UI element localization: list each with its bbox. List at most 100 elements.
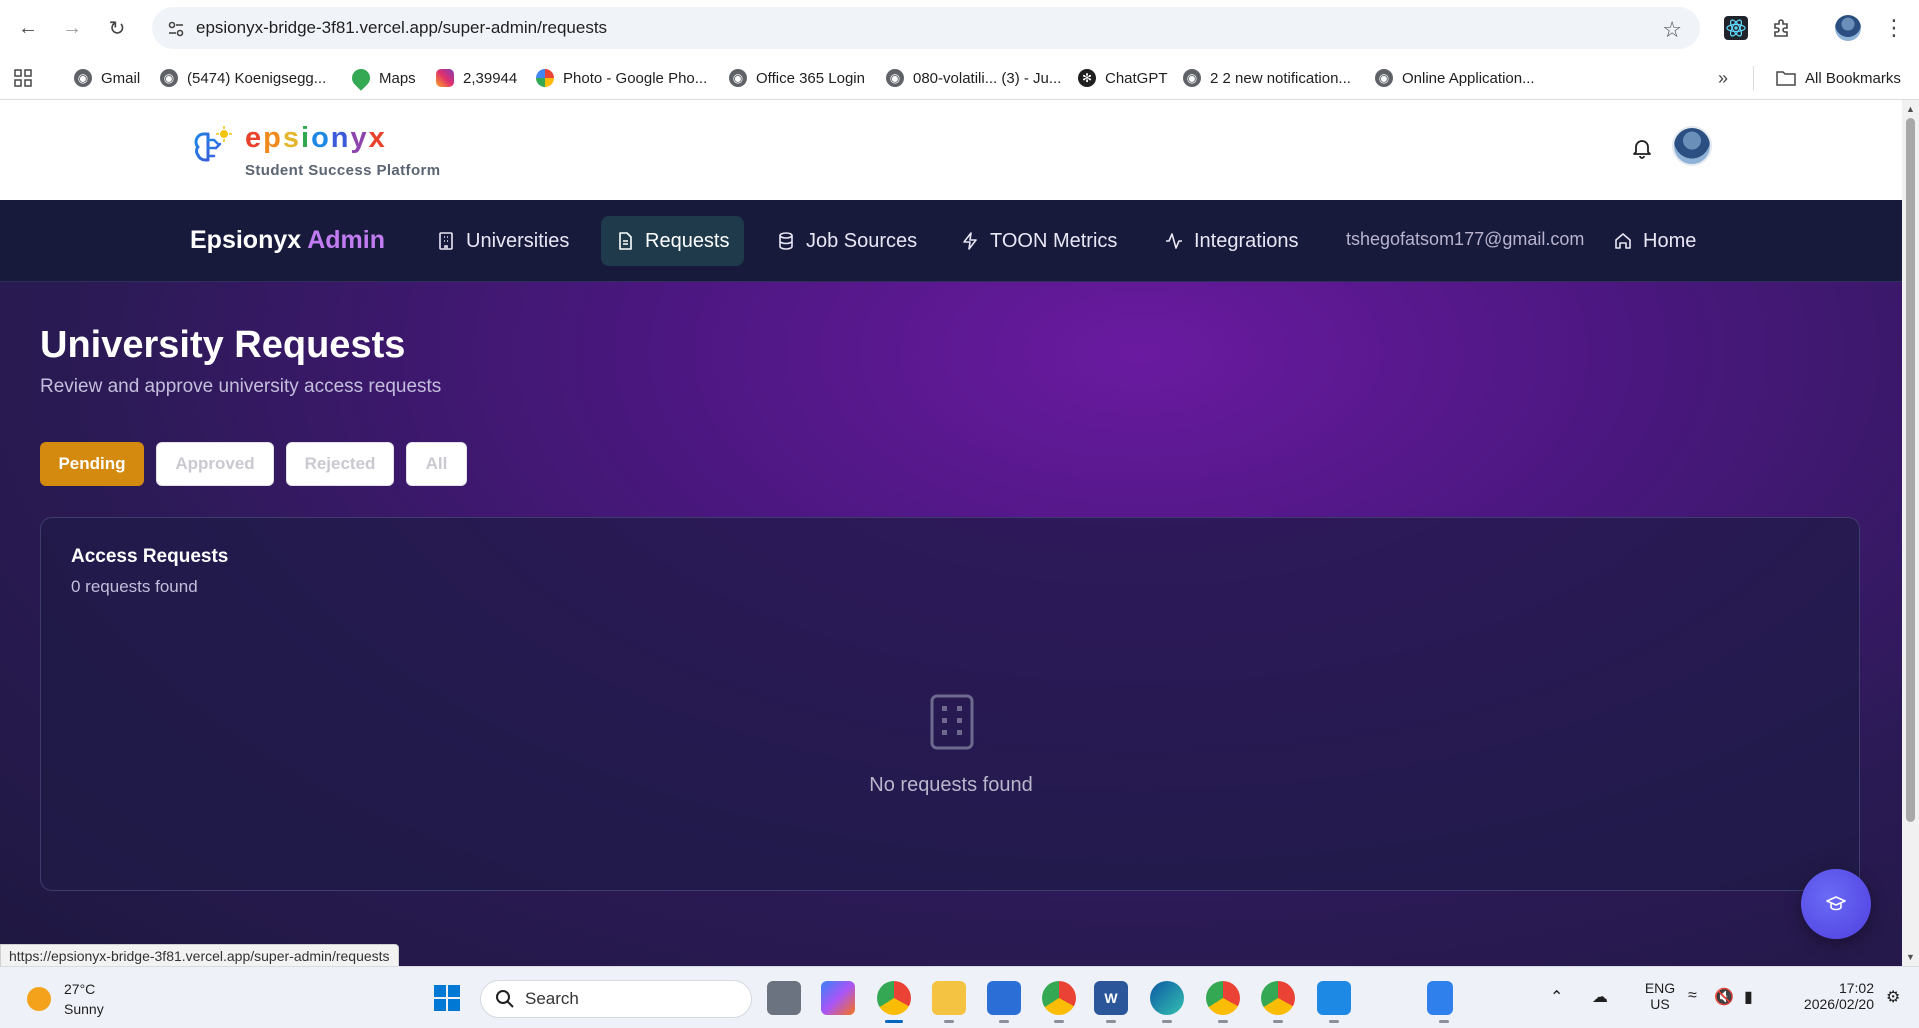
- url-text[interactable]: epsionyx-bridge-3f81.vercel.app/super-ad…: [196, 18, 607, 38]
- nav-home[interactable]: Home: [1599, 216, 1710, 266]
- activity-icon: [1166, 233, 1182, 249]
- language-indicator[interactable]: ENG US: [1636, 980, 1684, 1012]
- onedrive-icon[interactable]: ☁: [1592, 987, 1608, 1007]
- nav-toon-metrics[interactable]: TOON Metrics: [946, 216, 1131, 266]
- nav-label: Universities: [466, 229, 570, 252]
- scrollbar-thumb[interactable]: [1906, 118, 1915, 822]
- site-settings-icon[interactable]: [166, 19, 186, 39]
- bookmark-star-icon[interactable]: ☆: [1662, 17, 1682, 43]
- weather-temperature[interactable]: 27°C: [64, 981, 95, 997]
- bookmark-label: 2 2 new notification...: [1210, 69, 1351, 87]
- extensions-puzzle-icon[interactable]: [1768, 14, 1796, 42]
- filter-rejected-button[interactable]: Rejected: [286, 442, 394, 486]
- profile-avatar-icon[interactable]: [1834, 14, 1862, 42]
- nav-requests[interactable]: Requests: [601, 216, 744, 266]
- edge-icon[interactable]: [1150, 981, 1184, 1023]
- globe-icon: ◉: [886, 69, 904, 87]
- apps-grid-icon[interactable]: [14, 66, 32, 90]
- notification-bell-icon[interactable]: [1630, 136, 1654, 160]
- bookmark-item[interactable]: 2,39944: [436, 66, 517, 90]
- bookmarks-bar: ◉ Gmail ◉ (5474) Koenigsegg... Maps 2,3994…: [0, 56, 1919, 100]
- status-bar-url: https://epsionyx-bridge-3f81.vercel.app/…: [0, 944, 399, 968]
- filter-all-button[interactable]: All: [406, 442, 467, 486]
- brand-wordmark[interactable]: epsionyx: [245, 122, 387, 155]
- windows-start-icon[interactable]: [430, 981, 464, 1015]
- bookmark-item[interactable]: ◉ Online Application...: [1375, 66, 1535, 90]
- admin-brand-name: Epsionyx: [190, 226, 302, 254]
- nav-universities[interactable]: Universities: [422, 216, 583, 266]
- weather-condition[interactable]: Sunny: [64, 1001, 104, 1017]
- building-icon: [439, 232, 453, 250]
- address-bar[interactable]: epsionyx-bridge-3f81.vercel.app/super-ad…: [152, 7, 1700, 49]
- brand-letter: i: [301, 122, 312, 154]
- word-icon[interactable]: W: [1094, 981, 1128, 1023]
- brain-logo-icon[interactable]: [190, 124, 238, 172]
- bookmark-item[interactable]: ◉ (5474) Koenigsegg...: [160, 66, 326, 90]
- scroll-down-icon[interactable]: ▼: [1906, 952, 1915, 962]
- home-icon: [1615, 233, 1631, 249]
- all-bookmarks-button[interactable]: All Bookmarks: [1776, 66, 1901, 90]
- show-hidden-icons-chevron[interactable]: ⌃: [1550, 987, 1563, 1007]
- brand-letter: n: [330, 122, 351, 154]
- language-code: ENG: [1644, 980, 1676, 996]
- empty-state-text: No requests found: [869, 774, 1033, 796]
- notepad-icon[interactable]: [1427, 981, 1453, 1023]
- chrome-profile-icon[interactable]: [1206, 981, 1240, 1023]
- volume-muted-icon[interactable]: 🔇: [1714, 987, 1734, 1007]
- nav-label: Home: [1643, 229, 1697, 252]
- nav-label: TOON Metrics: [990, 229, 1118, 252]
- file-explorer-icon[interactable]: [932, 981, 966, 1023]
- app-header: epsionyx Student Success Platform: [0, 100, 1902, 200]
- filter-approved-button[interactable]: Approved: [156, 442, 274, 486]
- page-scrollbar[interactable]: ▲ ▼: [1902, 100, 1919, 966]
- reload-icon[interactable]: ↻: [103, 14, 131, 42]
- more-bookmarks-chevron-icon[interactable]: »: [1718, 66, 1728, 90]
- nav-job-sources[interactable]: Job Sources: [762, 216, 931, 266]
- filter-pending-button[interactable]: Pending: [40, 442, 144, 486]
- bookmark-label: 080-volatili... (3) - Ju...: [913, 69, 1062, 87]
- bookmarks-divider: [1753, 66, 1754, 90]
- user-avatar[interactable]: [1672, 126, 1712, 166]
- instagram-icon: [436, 69, 454, 87]
- nav-integrations[interactable]: Integrations: [1150, 216, 1313, 266]
- forward-icon[interactable]: →: [58, 14, 86, 42]
- chrome-profile-icon[interactable]: [1261, 981, 1295, 1023]
- admin-navbar: Epsionyx Admin Universities Requests Job…: [0, 200, 1902, 282]
- back-icon[interactable]: ←: [14, 14, 42, 42]
- globe-icon: ◉: [160, 69, 178, 87]
- browser-menu-icon[interactable]: ⋮: [1880, 14, 1908, 42]
- bookmark-item[interactable]: ◉ Gmail: [74, 66, 140, 90]
- react-devtools-icon[interactable]: [1722, 14, 1750, 42]
- nav-label: Requests: [645, 229, 730, 252]
- brand-tagline: Student Success Platform: [245, 162, 441, 179]
- floating-assistant-button[interactable]: [1801, 869, 1871, 939]
- admin-brand[interactable]: Epsionyx Admin: [190, 226, 385, 255]
- battery-icon[interactable]: ▮: [1744, 987, 1753, 1007]
- notification-center-icon[interactable]: ⚙: [1886, 987, 1900, 1007]
- wifi-icon[interactable]: ≈: [1688, 987, 1697, 1005]
- scroll-up-icon[interactable]: ▲: [1906, 104, 1915, 114]
- keyboard-layout: US: [1650, 996, 1670, 1012]
- brand-letter: x: [368, 122, 387, 154]
- chrome-profile-icon[interactable]: [1042, 981, 1076, 1023]
- clock[interactable]: 17:02 2026/02/20: [1778, 980, 1874, 1012]
- bookmark-item[interactable]: ◉ 080-volatili... (3) - Ju...: [886, 66, 1061, 90]
- bookmark-item[interactable]: Maps: [348, 65, 416, 91]
- photos-icon[interactable]: [1317, 981, 1351, 1023]
- admin-page: Epsionyx Admin Universities Requests Job…: [0, 200, 1902, 966]
- page-subtitle: Review and approve university access req…: [40, 376, 442, 397]
- request-count: 0 requests found: [71, 577, 198, 596]
- bookmark-item[interactable]: ✻ ChatGPT: [1078, 66, 1168, 90]
- globe-icon: ◉: [1375, 69, 1393, 87]
- taskbar-search[interactable]: Search: [480, 980, 752, 1018]
- chrome-icon[interactable]: [877, 981, 911, 1023]
- task-view-icon[interactable]: [767, 981, 801, 1015]
- microsoft-store-icon[interactable]: [987, 981, 1021, 1023]
- globe-icon: ◉: [1183, 69, 1201, 87]
- sun-icon[interactable]: [27, 987, 51, 1011]
- bookmark-item[interactable]: Photo - Google Pho...: [536, 66, 707, 90]
- bookmark-item[interactable]: ◉ Office 365 Login: [729, 66, 865, 90]
- chatgpt-icon: ✻: [1078, 69, 1096, 87]
- copilot-icon[interactable]: [821, 981, 855, 1015]
- bookmark-item[interactable]: ◉ 2 2 new notification...: [1183, 66, 1351, 90]
